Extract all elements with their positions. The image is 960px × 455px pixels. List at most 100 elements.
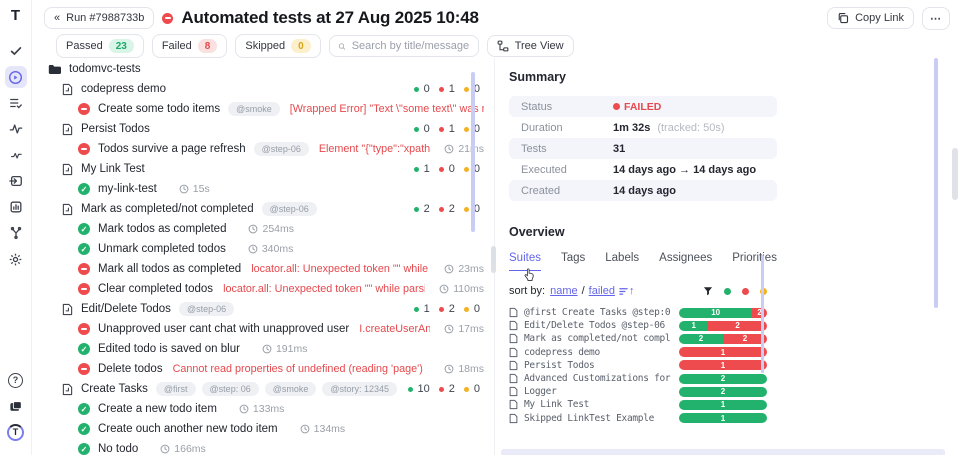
suite-bar-row[interactable]: Advanced Customizations for … 2 (509, 372, 767, 385)
tree-row-test[interactable]: Unmark completed todos 340ms (32, 239, 494, 259)
test-duration: 21ms (444, 143, 484, 155)
passed-segment: 1 (679, 400, 767, 410)
suite-bar-row[interactable]: @first Create Tasks @step:06… 102 (509, 306, 767, 319)
tree-row-test[interactable]: Edited todo is saved on blur 191ms (32, 339, 494, 359)
test-tags: @smoke (228, 102, 280, 116)
settings-gear-icon[interactable] (5, 248, 27, 270)
tree-view-button[interactable]: Tree View (487, 35, 574, 57)
test-error-message: Cannot read properties of undefined (rea… (173, 363, 431, 375)
test-status-icon (78, 343, 90, 355)
test-duration: 17ms (444, 323, 484, 335)
tests-check-icon[interactable] (5, 40, 27, 62)
sort-separator: / (582, 285, 585, 297)
tree-row-suite[interactable]: Persist Todos 0 1 0 (32, 119, 494, 139)
tree-row-suite[interactable]: Create Tasks @first@step: 06@smoke@story… (32, 379, 494, 399)
failed-count: 1 (449, 123, 455, 135)
tab-tags[interactable]: Tags (561, 252, 585, 271)
suite-bar-row[interactable]: Persist Todos 1 (509, 359, 767, 372)
test-duration: 110ms (439, 283, 484, 295)
account-logo-icon[interactable]: T (5, 421, 27, 443)
tree-row-test[interactable]: Mark todos as completed 254ms (32, 219, 494, 239)
failed-count: 2 (449, 203, 455, 215)
right-panel-scrollbar[interactable] (934, 58, 938, 308)
suite-bar-row[interactable]: Logger 2 (509, 385, 767, 398)
tree-row-test[interactable]: Delete todos Cannot read properties of u… (32, 359, 494, 379)
sort-by-name-link[interactable]: name (550, 285, 578, 297)
test-status-icon (78, 183, 90, 195)
clock-icon (160, 444, 170, 454)
suite-tags: @step-06 (262, 202, 317, 216)
passed-segment: 1 (679, 321, 708, 331)
tree-row-suite[interactable]: codepress demo 0 1 0 (32, 79, 494, 99)
checklist-icon[interactable] (5, 92, 27, 114)
import-icon[interactable] (5, 170, 27, 192)
search-box[interactable] (329, 35, 479, 57)
suite-result-bar: 12 (679, 321, 767, 331)
tab-assignees[interactable]: Assignees (659, 252, 712, 271)
suite-list-scrollbar[interactable] (761, 255, 764, 373)
status-legend (703, 286, 767, 296)
runs-play-icon[interactable] (5, 66, 27, 88)
tree-row-test[interactable]: Create ouch another new todo item 134ms (32, 419, 494, 439)
file-icon (509, 399, 518, 410)
pulse-icon[interactable] (5, 118, 27, 140)
suite-file-icon (62, 383, 73, 396)
tree-row-test[interactable]: Create some todo items @smoke [Wrapped E… (32, 99, 494, 119)
suite-bar-row[interactable]: Skipped LinkTest Example 1 (509, 412, 767, 425)
tab-labels[interactable]: Labels (605, 252, 639, 271)
duration-value: 15s (193, 183, 210, 195)
search-input[interactable] (352, 40, 470, 52)
content-area: todomvc-tests codepress demo 0 1 0 Creat… (32, 58, 960, 455)
tree-row-suite[interactable]: My Link Test 1 0 0 (32, 159, 494, 179)
window-scrollbar[interactable] (952, 148, 958, 200)
test-status-icon (78, 223, 90, 235)
sort-by-failed-link[interactable]: failed (589, 285, 615, 297)
filter-skipped-button[interactable]: Skipped 0 (235, 34, 320, 58)
tag-pill: @step-06 (179, 302, 234, 316)
suite-name: Persist Todos (81, 123, 150, 135)
tab-priorities[interactable]: Priorities (732, 252, 777, 271)
tree-row-suite[interactable]: Mark as completed/not completed @step-06… (32, 199, 494, 219)
suite-file-icon (62, 83, 73, 96)
clock-icon (239, 404, 249, 414)
sort-bars-icon (619, 286, 628, 296)
tree-scrollbar[interactable] (471, 72, 475, 232)
tree-row-suite[interactable]: Edit/Delete Todos @step-06 1 2 0 (32, 299, 494, 319)
tree-row-folder[interactable]: todomvc-tests (32, 59, 494, 79)
docs-icon[interactable] (5, 395, 27, 417)
summary-row: Duration 1m 32s(tracked: 50s) (509, 117, 777, 138)
folder-name: todomvc-tests (69, 63, 141, 75)
more-menu-button[interactable]: ⋯ (922, 7, 950, 30)
report-chart-icon[interactable] (5, 196, 27, 218)
tree-row-test[interactable]: Todos survive a page refresh @step-06 El… (32, 139, 494, 159)
test-duration: 340ms (248, 243, 294, 255)
suite-bar-row[interactable]: Edit/Delete Todos @step-06 12 (509, 319, 767, 332)
tree-row-test[interactable]: my-link-test 15s (32, 179, 494, 199)
overview-tabs: Suites Tags Labels Assignees Priorities (509, 252, 960, 271)
filter-passed-button[interactable]: Passed 23 (56, 34, 144, 58)
filter-failed-button[interactable]: Failed 8 (152, 34, 228, 58)
test-status-icon (78, 323, 90, 335)
run-failed-status-icon (162, 13, 173, 24)
tree-row-test[interactable]: Unapproved user cant chat with unapprove… (32, 319, 494, 339)
test-status-icon (78, 263, 90, 275)
suite-bar-row[interactable]: My Link Test 1 (509, 398, 767, 411)
copy-link-button[interactable]: Copy Link (827, 7, 914, 29)
mini-pulse-icon[interactable] (5, 144, 27, 166)
legend-passed-dot[interactable] (724, 288, 731, 295)
test-status-icon (78, 443, 90, 455)
legend-failed-dot[interactable] (742, 288, 749, 295)
tree-row-test[interactable]: Mark all todos as completed locator.all:… (32, 259, 494, 279)
help-icon[interactable]: ? (5, 369, 27, 391)
skipped-dot (464, 307, 469, 312)
branch-icon[interactable] (5, 222, 27, 244)
run-back-button[interactable]: « Run #7988733b (44, 7, 154, 29)
skipped-dot (464, 127, 469, 132)
tree-row-test[interactable]: No todo 166ms (32, 439, 494, 455)
tree-row-test[interactable]: Clear completed todos locator.all: Unexp… (32, 279, 494, 299)
filter-funnel-icon[interactable] (703, 286, 713, 296)
suite-bar-row[interactable]: codepress demo 1 (509, 346, 767, 359)
failed-dot (439, 307, 444, 312)
suite-bar-row[interactable]: Mark as completed/not comple… 22 (509, 332, 767, 345)
tree-row-test[interactable]: Create a new todo item 133ms (32, 399, 494, 419)
